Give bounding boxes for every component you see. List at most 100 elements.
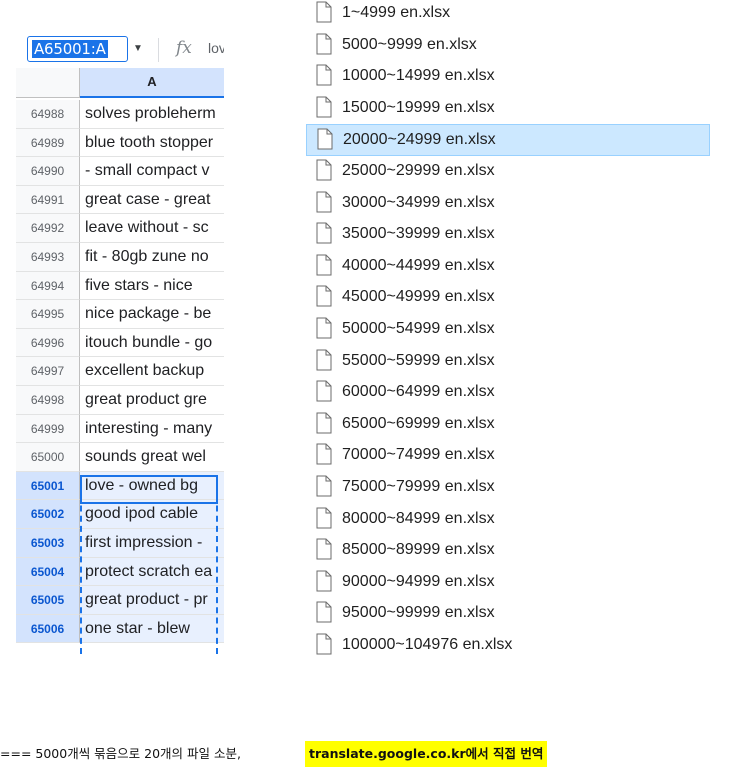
- file-item[interactable]: 100000~104976 en.xlsx: [306, 630, 710, 662]
- file-item[interactable]: 1~4999 en.xlsx: [306, 0, 710, 30]
- file-icon: [316, 475, 332, 497]
- file-icon: [316, 96, 332, 118]
- file-item[interactable]: 50000~54999 en.xlsx: [306, 314, 710, 346]
- file-item[interactable]: 80000~84999 en.xlsx: [306, 504, 710, 536]
- file-icon: [316, 159, 332, 181]
- file-name: 5000~9999 en.xlsx: [342, 35, 477, 53]
- cell[interactable]: itouch bundle - go: [80, 329, 224, 358]
- select-all-corner[interactable]: [16, 68, 80, 98]
- cell[interactable]: great case - great: [80, 186, 224, 215]
- cell[interactable]: - small compact v: [80, 157, 224, 186]
- row-number[interactable]: 65003: [16, 529, 80, 558]
- table-row: 64994 five stars - nice: [16, 271, 224, 301]
- file-item[interactable]: 20000~24999 en.xlsx: [306, 124, 710, 156]
- cell[interactable]: interesting - many: [80, 415, 224, 444]
- file-item[interactable]: 70000~74999 en.xlsx: [306, 440, 710, 472]
- cell[interactable]: five stars - nice: [80, 272, 224, 301]
- caption-highlight: translate.google.co.kr에서 직접 번역: [305, 741, 548, 767]
- row-number[interactable]: 64996: [16, 328, 80, 358]
- row-number[interactable]: 65002: [16, 500, 80, 529]
- file-name: 85000~89999 en.xlsx: [342, 541, 495, 559]
- file-icon: [316, 254, 332, 276]
- file-icon: [316, 191, 332, 213]
- cell[interactable]: leave without - sc: [80, 214, 224, 243]
- file-item[interactable]: 60000~64999 en.xlsx: [306, 377, 710, 409]
- cell[interactable]: solves probleherm: [80, 100, 224, 129]
- row-number[interactable]: 64989: [16, 128, 80, 158]
- row-number[interactable]: 64992: [16, 214, 80, 243]
- cell[interactable]: excellent backup: [80, 357, 224, 386]
- file-icon: [316, 1, 332, 23]
- table-row: 65004 protect scratch ea: [16, 557, 224, 587]
- file-name: 45000~49999 en.xlsx: [342, 288, 495, 306]
- row-number[interactable]: 64997: [16, 357, 80, 386]
- cell[interactable]: great product - pr: [80, 586, 224, 615]
- cell[interactable]: one star - blew: [80, 614, 224, 644]
- table-row: 64992 leave without - sc: [16, 214, 224, 243]
- file-name: 15000~19999 en.xlsx: [342, 98, 495, 116]
- file-name: 95000~99999 en.xlsx: [342, 604, 495, 622]
- file-item[interactable]: 45000~49999 en.xlsx: [306, 282, 710, 314]
- cell[interactable]: fit - 80gb zune no: [80, 243, 224, 272]
- cell[interactable]: sounds great wel: [80, 443, 224, 472]
- file-name: 10000~14999 en.xlsx: [342, 67, 495, 85]
- file-item[interactable]: 35000~39999 en.xlsx: [306, 219, 710, 251]
- spreadsheet-panel: A65001:A ▼ fx lov A 64988 solves problehe…: [0, 0, 224, 654]
- file-name: 90000~94999 en.xlsx: [342, 572, 495, 590]
- row-number[interactable]: 64991: [16, 185, 80, 215]
- cell[interactable]: nice package - be: [80, 300, 224, 329]
- cell[interactable]: great product gre: [80, 386, 224, 415]
- file-name: 70000~74999 en.xlsx: [342, 446, 495, 464]
- name-box[interactable]: A65001:A: [27, 36, 128, 62]
- file-icon: [316, 633, 332, 655]
- row-number[interactable]: 64995: [16, 300, 80, 329]
- file-icon: [316, 222, 332, 244]
- row-number[interactable]: 65000: [16, 443, 80, 472]
- row-number[interactable]: 64994: [16, 271, 80, 301]
- file-item[interactable]: 30000~34999 en.xlsx: [306, 188, 710, 220]
- chevron-down-icon[interactable]: ▼: [133, 43, 143, 54]
- file-item[interactable]: 25000~29999 en.xlsx: [306, 156, 710, 188]
- file-item[interactable]: 55000~59999 en.xlsx: [306, 346, 710, 378]
- file-item[interactable]: 95000~99999 en.xlsx: [306, 598, 710, 630]
- file-item[interactable]: 75000~79999 en.xlsx: [306, 472, 710, 504]
- cell[interactable]: love - owned bg: [80, 471, 224, 501]
- file-item[interactable]: 15000~19999 en.xlsx: [306, 93, 710, 125]
- table-row: 65002 good ipod cable: [16, 500, 224, 529]
- file-item[interactable]: 40000~44999 en.xlsx: [306, 251, 710, 283]
- table-row: 65000 sounds great wel: [16, 443, 224, 472]
- file-name: 40000~44999 en.xlsx: [342, 256, 495, 274]
- divider: [158, 38, 159, 62]
- file-name: 25000~29999 en.xlsx: [342, 162, 495, 179]
- cell[interactable]: protect scratch ea: [80, 557, 224, 587]
- file-name: 1~4999 en.xlsx: [342, 4, 451, 21]
- cell[interactable]: blue tooth stopper: [80, 129, 224, 158]
- table-row: 64996 itouch bundle - go: [16, 328, 224, 358]
- file-icon: [316, 570, 332, 592]
- file-name: 100000~104976 en.xlsx: [342, 636, 513, 653]
- row-number[interactable]: 64990: [16, 157, 80, 186]
- column-header-a[interactable]: A: [80, 68, 224, 98]
- cell[interactable]: first impression -: [80, 529, 224, 558]
- file-item[interactable]: 10000~14999 en.xlsx: [306, 61, 710, 93]
- file-item[interactable]: 65000~69999 en.xlsx: [306, 409, 710, 441]
- row-number[interactable]: 65004: [16, 557, 80, 587]
- file-icon: [317, 128, 333, 150]
- file-item[interactable]: 90000~94999 en.xlsx: [306, 567, 710, 599]
- row-number[interactable]: 65005: [16, 586, 80, 615]
- formula-bar-input[interactable]: lov: [208, 40, 224, 56]
- row-number[interactable]: 65001: [16, 471, 80, 501]
- file-name: 20000~24999 en.xlsx: [343, 131, 496, 149]
- fx-icon: fx: [176, 38, 192, 58]
- row-number[interactable]: 64993: [16, 243, 80, 272]
- file-name: 35000~39999 en.xlsx: [342, 225, 495, 243]
- row-number[interactable]: 64998: [16, 386, 80, 415]
- row-number[interactable]: 65006: [16, 614, 80, 644]
- name-box-value: A65001:A: [32, 40, 108, 58]
- cell[interactable]: good ipod cable: [80, 500, 224, 529]
- file-item[interactable]: 85000~89999 en.xlsx: [306, 535, 710, 567]
- file-icon: [316, 349, 332, 371]
- row-number[interactable]: 64988: [16, 100, 80, 129]
- file-item[interactable]: 5000~9999 en.xlsx: [306, 30, 710, 62]
- row-number[interactable]: 64999: [16, 414, 80, 444]
